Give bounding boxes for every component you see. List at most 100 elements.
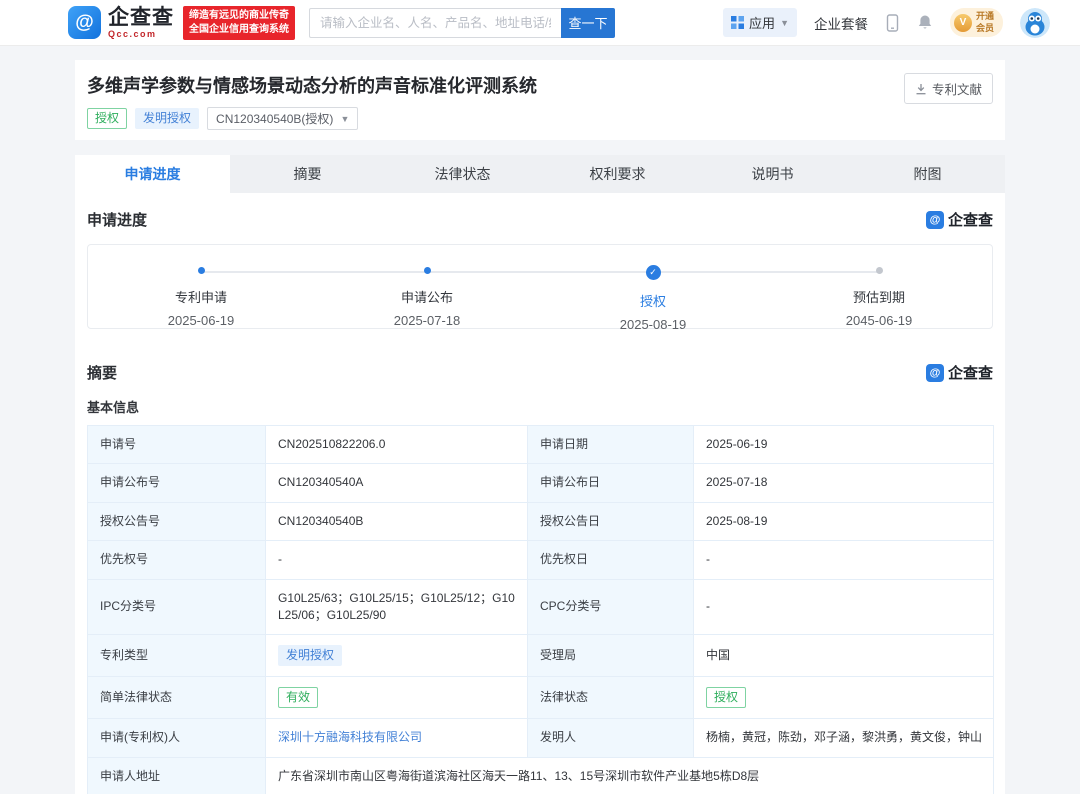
patent-document-label: 专利文献 <box>932 79 982 98</box>
field-label: 申请(专利权)人 <box>88 719 266 757</box>
step-date: 2025-07-18 <box>394 313 461 328</box>
table-row: 申请人地址广东省深圳市南山区粤海街道滨海社区海天一路11、13、15号深圳市软件… <box>88 757 994 794</box>
status-badge: 授权 <box>87 108 127 129</box>
mobile-app-icon[interactable] <box>885 14 900 32</box>
timeline-step-grant: ✓授权2025-08-19 <box>540 245 766 328</box>
patent-title-card: 多维声学参数与情感场景动态分析的声音标准化评测系统 授权 发明授权 CN1203… <box>75 60 1005 140</box>
qcc-logo-text: 企查查 <box>108 7 174 28</box>
tab-abstract[interactable]: 摘要 <box>230 155 385 193</box>
field-value: CN120340540B <box>266 502 528 540</box>
field-value: 2025-06-19 <box>694 426 994 464</box>
step-date: 2025-06-19 <box>168 313 235 328</box>
tab-claims[interactable]: 权利要求 <box>540 155 695 193</box>
table-row: 申请号CN202510822206.0申请日期2025-06-19 <box>88 426 994 464</box>
search-bar: 查一下 <box>309 8 615 38</box>
field-label: 法律状态 <box>528 677 694 719</box>
basic-info-table: 申请号CN202510822206.0申请日期2025-06-19申请公布号CN… <box>87 425 994 794</box>
progress-section-title: 申请进度 <box>87 209 147 230</box>
basic-info-table-body: 申请号CN202510822206.0申请日期2025-06-19申请公布号CN… <box>88 426 994 794</box>
table-row: 专利类型发明授权 受理局中国 <box>88 635 994 677</box>
search-input[interactable] <box>309 8 561 38</box>
patent-number-value: CN120340540B(授权) <box>216 110 333 127</box>
field-value: - <box>694 541 994 579</box>
timeline-steps: 专利申请2025-06-19申请公布2025-07-18✓授权2025-08-1… <box>88 245 992 328</box>
timeline-step-expiry: 预估到期 2045-06-19 <box>766 245 992 328</box>
step-date: 2025-08-19 <box>620 317 687 332</box>
qcc-watermark-icon: @ <box>926 211 944 229</box>
qcc-watermark: @ 企查查 <box>926 209 993 230</box>
basic-info-subtitle: 基本信息 <box>87 397 993 416</box>
qcc-logo-icon: @ <box>68 6 101 39</box>
status-badge: 有效 <box>278 687 318 708</box>
vip-label-line1: 开通 <box>976 11 994 22</box>
tab-drawings[interactable]: 附图 <box>850 155 1005 193</box>
content-panel: 申请进度 @ 企查查 专利申请2025-06-19申请公布2025-07-18✓… <box>75 193 1005 794</box>
step-label: 专利申请 <box>175 287 227 306</box>
tab-legal-status[interactable]: 法律状态 <box>385 155 540 193</box>
field-label: 专利类型 <box>88 635 266 677</box>
caret-down-icon: ▼ <box>340 114 349 124</box>
table-row: 简单法律状态有效 法律状态授权 <box>88 677 994 719</box>
step-date: 2045-06-19 <box>846 313 913 328</box>
status-badge: 发明授权 <box>278 645 342 666</box>
field-value: 发明授权 <box>266 635 528 677</box>
patent-document-button[interactable]: 专利文献 <box>904 73 993 104</box>
qcc-logo-domain: Qcc.com <box>108 30 174 39</box>
table-row: 优先权号-优先权日- <box>88 541 994 579</box>
field-value: CN120340540A <box>266 464 528 502</box>
field-value: 广东省深圳市南山区粤海街道滨海社区海天一路11、13、15号深圳市软件产业基地5… <box>266 757 994 794</box>
timeline-step-apply: 专利申请 2025-06-19 <box>88 245 314 328</box>
field-value: 中国 <box>694 635 994 677</box>
search-button[interactable]: 查一下 <box>561 8 615 38</box>
caret-down-icon: ▼ <box>780 18 789 28</box>
tab-description[interactable]: 说明书 <box>695 155 850 193</box>
notifications-bell-icon[interactable] <box>917 14 933 31</box>
field-label: 申请人地址 <box>88 757 266 794</box>
tabs: 申请进度摘要法律状态权利要求说明书附图 <box>75 155 1005 193</box>
field-label: 发明人 <box>528 719 694 757</box>
vip-label-line2: 会员 <box>976 23 994 34</box>
field-label: 简单法律状态 <box>88 677 266 719</box>
download-icon <box>915 83 927 95</box>
table-row: IPC分类号G10L25/63；G10L25/15；G10L25/12；G10L… <box>88 579 994 635</box>
patent-type-badge: 发明授权 <box>135 108 199 129</box>
field-label: 申请号 <box>88 426 266 464</box>
field-label: 授权公告号 <box>88 502 266 540</box>
grid-icon <box>731 16 744 29</box>
field-label: 优先权号 <box>88 541 266 579</box>
field-value: 2025-08-19 <box>694 502 994 540</box>
table-row: 授权公告号CN120340540B授权公告日2025-08-19 <box>88 502 994 540</box>
field-label: 申请公布日 <box>528 464 694 502</box>
status-badge: 授权 <box>706 687 746 708</box>
field-value: - <box>694 579 994 635</box>
applicant-link[interactable]: 深圳十方融海科技有限公司 <box>278 730 422 744</box>
main-card: 多维声学参数与情感场景动态分析的声音标准化评测系统 授权 发明授权 CN1203… <box>75 60 1005 794</box>
enterprise-package-link[interactable]: 企业套餐 <box>814 13 868 33</box>
field-value: CN202510822206.0 <box>266 426 528 464</box>
vip-crown-icon: V <box>954 14 972 32</box>
step-label: 预估到期 <box>853 287 905 306</box>
open-vip-button[interactable]: V 开通 会员 <box>950 8 1003 37</box>
patent-title: 多维声学参数与情感场景动态分析的声音标准化评测系统 <box>87 72 993 98</box>
tab-progress[interactable]: 申请进度 <box>75 155 230 193</box>
abstract-section-title: 摘要 <box>87 362 117 383</box>
timeline-dot <box>876 267 883 274</box>
field-label: CPC分类号 <box>528 579 694 635</box>
user-avatar[interactable] <box>1020 8 1050 38</box>
apps-menu[interactable]: 应用 ▼ <box>723 8 797 37</box>
field-label: 优先权日 <box>528 541 694 579</box>
field-value: 深圳十方融海科技有限公司 <box>266 719 528 757</box>
table-row: 申请公布号CN120340540A申请公布日2025-07-18 <box>88 464 994 502</box>
qcc-watermark: @ 企查查 <box>926 362 993 383</box>
field-label: 受理局 <box>528 635 694 677</box>
progress-timeline: 专利申请2025-06-19申请公布2025-07-18✓授权2025-08-1… <box>87 244 993 329</box>
qcc-logo[interactable]: @ 企查查 Qcc.com 缔造有远见的商业传奇 全国企业信用查询系统 <box>68 6 295 40</box>
check-circle-icon: ✓ <box>646 265 661 280</box>
field-value: 2025-07-18 <box>694 464 994 502</box>
timeline-dot <box>198 267 205 274</box>
field-value: 授权 <box>694 677 994 719</box>
field-label: IPC分类号 <box>88 579 266 635</box>
patent-number-select[interactable]: CN120340540B(授权) ▼ <box>207 107 358 130</box>
field-value: G10L25/63；G10L25/15；G10L25/12；G10L25/06；… <box>266 579 528 635</box>
qcc-watermark-text: 企查查 <box>948 209 993 230</box>
